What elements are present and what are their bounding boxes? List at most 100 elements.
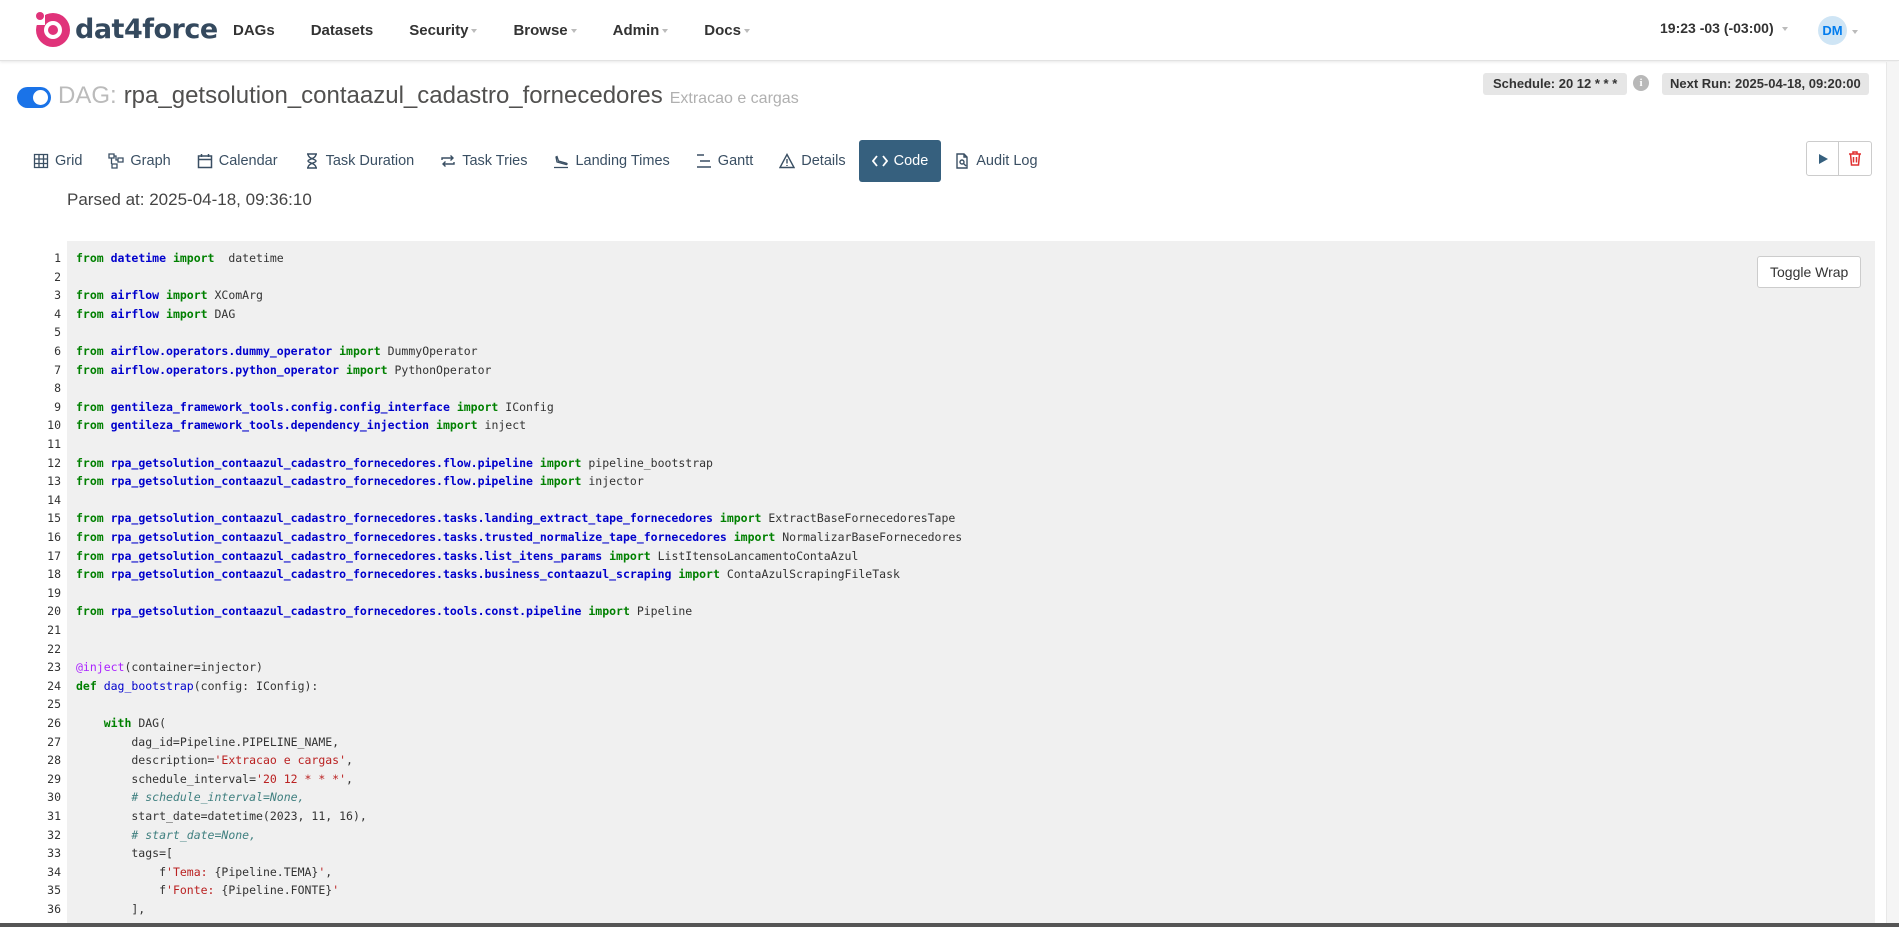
code-token: pipeline_bootstrap: [581, 455, 713, 470]
schedule-badge: Schedule: 20 12 * * *: [1483, 73, 1628, 95]
tab-grid[interactable]: Grid: [20, 140, 95, 182]
main-nav: DAGs Datasets Security Browse Admin Docs: [233, 0, 786, 60]
line-number: 31: [47, 809, 61, 823]
tab-graph-label: Graph: [130, 153, 171, 169]
line-number: 22: [47, 641, 61, 656]
user-menu[interactable]: DM: [1818, 16, 1858, 45]
code-line: tags=[: [76, 844, 173, 863]
nav-dags[interactable]: DAGs: [233, 22, 275, 39]
toggle-wrap-button[interactable]: Toggle Wrap: [1757, 256, 1862, 288]
delete-dag-button[interactable]: [1839, 141, 1872, 176]
audit-log-icon: [956, 153, 968, 169]
code-token: rpa_getsolution_contaazul_cadastro_forne…: [110, 455, 533, 470]
nav-datasets-label: Datasets: [310, 21, 374, 39]
code-line: from rpa_getsolution_contaazul_cadastro_…: [76, 509, 955, 528]
code-token: ListItensoLancamentoContaAzul: [650, 548, 859, 563]
code-token: import: [602, 548, 651, 563]
code-token: DummyOperator: [380, 344, 478, 358]
line-number: 12: [47, 455, 61, 470]
timezone-dropdown[interactable]: 19:23 -03 (-03:00): [1660, 20, 1788, 36]
code-token: from: [76, 251, 111, 265]
code-token: NormalizarBaseFornecedores: [775, 530, 963, 544]
dag-view-tabs: Grid Graph Calendar Task Duration Task T…: [20, 140, 1051, 182]
line-number: 35: [47, 883, 61, 898]
code-token: airflow: [110, 288, 160, 303]
tab-calendar[interactable]: Calendar: [184, 140, 291, 182]
code-line: @inject(container=injector): [76, 658, 263, 677]
code-token: import: [332, 344, 381, 358]
nav-docs-label: Docs: [704, 21, 741, 39]
code-token: Pipeline: [629, 604, 693, 619]
line-number: 6: [54, 344, 61, 358]
code-token: ContaAzulScrapingFileTask: [719, 567, 900, 582]
code-line: start_date=datetime(2023, 11, 16),: [76, 807, 366, 826]
code-token: from: [76, 455, 111, 470]
line-number: 28: [47, 753, 61, 768]
code-token: from: [76, 511, 111, 526]
trigger-dag-button[interactable]: [1806, 141, 1839, 176]
tab-graph[interactable]: Graph: [95, 140, 183, 182]
code-token: dag_id=Pipeline.PIPELINE_NAME,: [76, 734, 340, 749]
code-token: airflow.operators.python_operator: [110, 362, 340, 377]
code-token: 'Extracao e cargas': [214, 753, 347, 768]
code-line: from airflow import XComArg: [76, 286, 263, 305]
line-number: 33: [47, 846, 61, 861]
warning-icon: [779, 153, 796, 169]
code-token: datetime: [214, 251, 284, 265]
line-number: 25: [47, 697, 61, 712]
code-line: from rpa_getsolution_contaazul_cadastro_…: [76, 454, 713, 473]
code-token: rpa_getsolution_contaazul_cadastro_forne…: [110, 511, 713, 526]
line-number: 17: [47, 548, 61, 563]
dag-id: rpa_getsolution_contaazul_cadastro_forne…: [123, 82, 663, 109]
avatar: DM: [1818, 16, 1847, 45]
page-scrollbar[interactable]: [1886, 62, 1899, 927]
nav-admin[interactable]: Admin: [613, 22, 669, 39]
code-token: rpa_getsolution_contaazul_cadastro_forne…: [110, 548, 603, 563]
line-number: 23: [47, 660, 61, 675]
code-token: import: [166, 251, 215, 265]
code-token: import: [339, 362, 388, 377]
code-line: ],: [76, 900, 145, 919]
next-run-badge: Next Run: 2025-04-18, 09:20:00: [1662, 73, 1869, 95]
code-line: from rpa_getsolution_contaazul_cadastro_…: [76, 602, 692, 621]
code-token: DAG: [207, 306, 236, 321]
tab-task-tries-label: Task Tries: [462, 153, 528, 169]
line-number: 15: [47, 511, 61, 526]
tab-task-duration[interactable]: Task Duration: [291, 140, 428, 182]
tab-gantt[interactable]: Gantt: [683, 140, 766, 182]
tab-audit-log[interactable]: Audit Log: [941, 140, 1050, 182]
tab-details[interactable]: Details: [766, 140, 858, 182]
chevron-down-icon: [662, 29, 669, 33]
code-token: 'Tema:: [166, 864, 215, 879]
line-number: 27: [47, 734, 61, 749]
tab-landing-times[interactable]: Landing Times: [540, 140, 682, 182]
gantt-icon: [696, 154, 711, 168]
chevron-down-icon: [1852, 29, 1858, 34]
code-token: (config: IConfig):: [193, 678, 319, 693]
tab-calendar-label: Calendar: [218, 153, 278, 169]
dag-actions: [1806, 141, 1872, 176]
tab-task-duration-label: Task Duration: [325, 153, 415, 169]
brand-link[interactable]: dat4force: [32, 9, 218, 49]
info-icon[interactable]: i: [1633, 75, 1649, 91]
tab-task-tries[interactable]: Task Tries: [427, 140, 540, 182]
dag-description: Extracao e cargas: [669, 90, 799, 107]
nav-security[interactable]: Security: [409, 22, 478, 39]
line-number: 14: [47, 492, 61, 507]
current-time: 19:23 -03 (-03:00): [1660, 20, 1774, 36]
code-token: 'Fonte:: [166, 883, 222, 898]
code-token: f: [76, 864, 167, 879]
dag-source-code: from datetime import datetime from airflo…: [67, 241, 1875, 927]
code-line: from rpa_getsolution_contaazul_cadastro_…: [76, 547, 858, 566]
line-number: 34: [47, 864, 61, 879]
nav-datasets[interactable]: Datasets: [311, 22, 374, 39]
dag-pause-toggle[interactable]: [17, 87, 51, 108]
code-token: {Pipeline.FONTE}: [221, 883, 333, 898]
code-token: ,: [325, 864, 333, 879]
code-line: from rpa_getsolution_contaazul_cadastro_…: [76, 528, 962, 547]
tab-code[interactable]: Code: [858, 140, 942, 182]
code-token: description=: [76, 753, 215, 768]
nav-docs[interactable]: Docs: [704, 22, 750, 39]
nav-browse[interactable]: Browse: [513, 22, 577, 39]
